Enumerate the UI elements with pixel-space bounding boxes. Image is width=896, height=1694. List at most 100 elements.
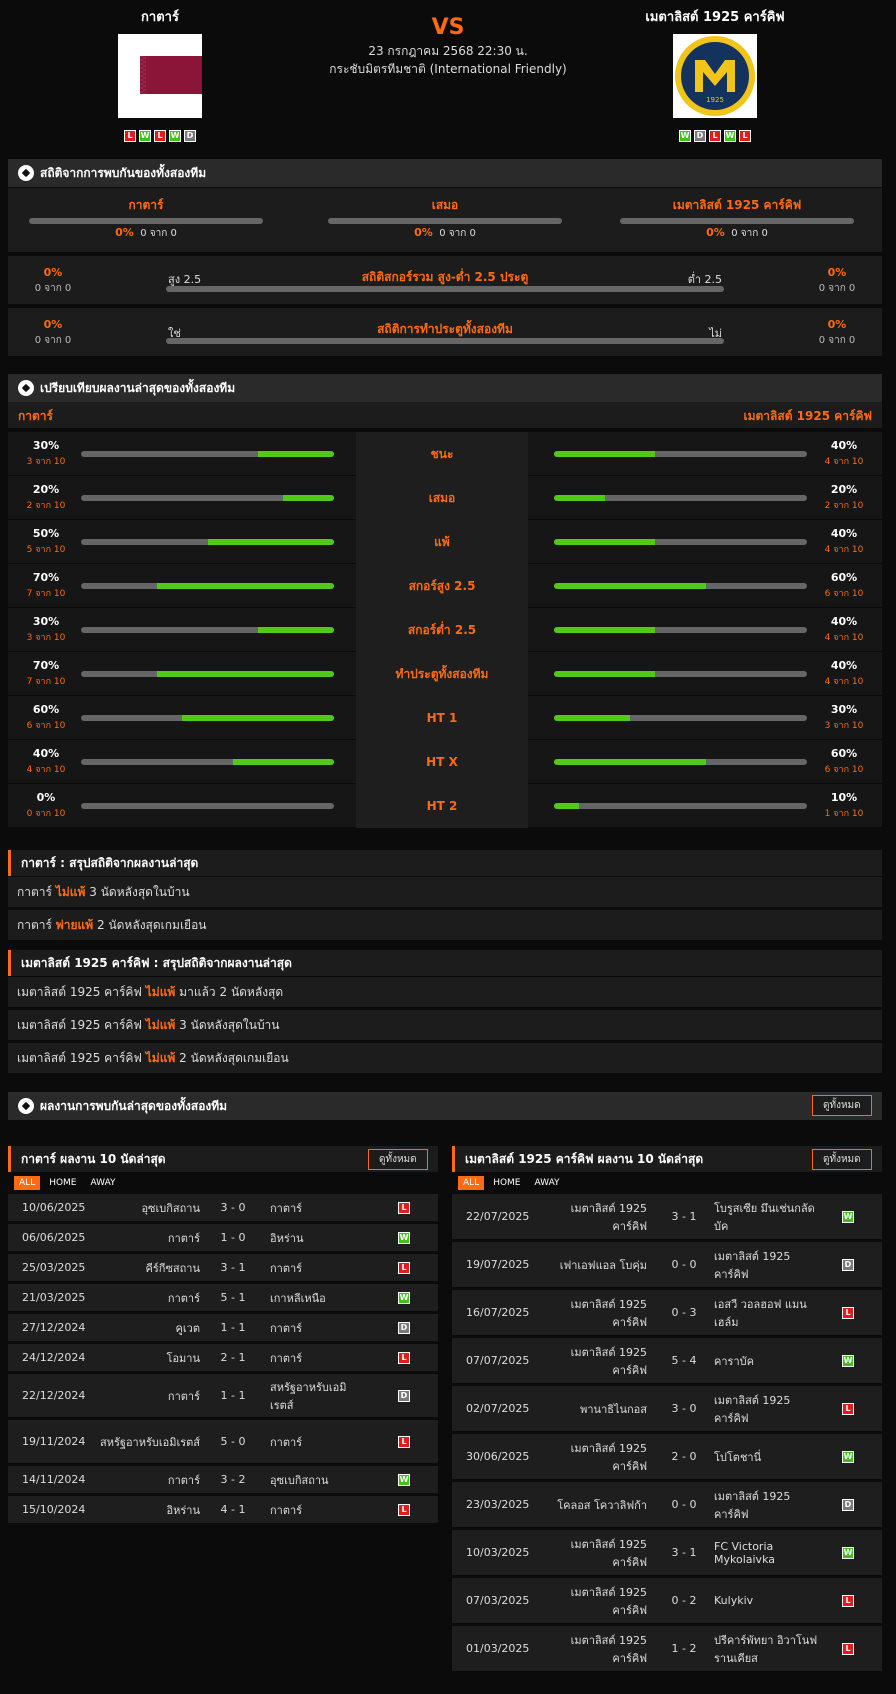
match-away-team[interactable]: เอสวี วอลฮอฟ แมนเฮล์ม — [714, 1290, 824, 1335]
summary-team[interactable]: เมตาลิสต์ 1925 คาร์คิฟ — [17, 1018, 142, 1032]
compare-home-bar-fill — [232, 759, 334, 765]
compare-home-value: 60% 6 จาก 10 — [26, 703, 66, 731]
summary-team[interactable]: เมตาลิสต์ 1925 คาร์คิฟ — [17, 985, 142, 999]
match-home-team[interactable]: เมตาลิสต์ 1925 คาร์คิฟ — [552, 1338, 647, 1383]
match-row[interactable]: 02/07/2025 พานาธิไนกอส 3 - 0 เมตาลิสต์ 1925… — [452, 1386, 882, 1431]
match-home-team[interactable]: กาตาร์ — [100, 1374, 200, 1417]
match-row[interactable]: 23/03/2025 โคลอส โควาลิฟก้า 0 - 0 เมตาลิสต์… — [452, 1482, 882, 1527]
away-team[interactable]: เมตาลิสต์ 1925 คาร์คิฟ 1925 WDLWL — [615, 8, 815, 142]
match-competition[interactable]: กระชับมิตรทีมชาติ (International Friendl… — [298, 60, 598, 78]
match-row[interactable]: 30/06/2025 เมตาลิสต์ 1925 คาร์คิฟ 2 - 0 โปโ… — [452, 1434, 882, 1479]
match-home-team[interactable]: กาตาร์ — [100, 1284, 200, 1311]
home-tab-home[interactable]: HOME — [44, 1176, 81, 1190]
match-row[interactable]: 22/07/2025 เมตาลิสต์ 1925 คาร์คิฟ 3 - 1 โบร… — [452, 1194, 882, 1239]
home-view-all-button[interactable]: ดูทั้งหมด — [368, 1149, 428, 1170]
match-row[interactable]: 16/07/2025 เมตาลิสต์ 1925 คาร์คิฟ 0 - 3 เอส… — [452, 1290, 882, 1335]
match-away-team[interactable]: กาตาร์ — [270, 1314, 360, 1341]
match-home-team[interactable]: เมตาลิสต์ 1925 คาร์คิฟ — [552, 1530, 647, 1575]
match-away-team[interactable]: กาตาร์ — [270, 1496, 360, 1523]
compare-away-bar-fill — [554, 539, 656, 545]
match-away-team[interactable]: กาตาร์ — [270, 1344, 360, 1371]
home-team-name[interactable]: กาตาร์ — [60, 8, 260, 28]
match-away-team[interactable]: สหรัฐอาหรับเอมิเรตส์ — [270, 1374, 360, 1417]
summary-team[interactable]: กาตาร์ — [17, 918, 52, 932]
match-home-team[interactable]: เมตาลิสต์ 1925 คาร์คิฟ — [552, 1626, 647, 1671]
home-team[interactable]: กาตาร์ LWLWD — [60, 8, 260, 142]
match-home-team[interactable]: คูเวต — [100, 1314, 200, 1341]
match-home-team[interactable]: คีร์กีซสถาน — [100, 1254, 200, 1281]
match-result-badge: D — [842, 1242, 854, 1287]
soccer-ball-icon — [18, 380, 34, 396]
match-away-team[interactable]: เมตาลิสต์ 1925 คาร์คิฟ — [714, 1482, 824, 1527]
match-home-team[interactable]: กาตาร์ — [100, 1224, 200, 1251]
match-row[interactable]: 10/03/2025 เมตาลิสต์ 1925 คาร์คิฟ 3 - 1 FC … — [452, 1530, 882, 1575]
match-row[interactable]: 07/03/2025 เมตาลิสต์ 1925 คาร์คิฟ 0 - 2 Kul… — [452, 1578, 882, 1623]
match-date: 10/06/2025 — [22, 1201, 86, 1214]
recent-view-all-button[interactable]: ดูทั้งหมด — [812, 1095, 872, 1116]
match-away-team[interactable]: อุซเบกิสถาน — [270, 1466, 360, 1493]
match-away-team[interactable]: คาราบัค — [714, 1338, 824, 1383]
match-away-team[interactable]: เกาหลีเหนือ — [270, 1284, 360, 1311]
home-tab-all[interactable]: ALL — [14, 1176, 41, 1190]
away-tab-all[interactable]: ALL — [458, 1176, 485, 1190]
match-away-team[interactable]: ปรีคาร์พัทยา อิวาโนฟรานเคียส — [714, 1626, 824, 1671]
result-badge-W: W — [842, 1210, 854, 1223]
home-tab-away[interactable]: AWAY — [86, 1176, 121, 1190]
match-away-team[interactable]: เมตาลิสต์ 1925 คาร์คิฟ — [714, 1386, 824, 1431]
match-score: 0 - 2 — [671, 1594, 697, 1607]
match-date: 30/06/2025 — [466, 1450, 530, 1463]
compare-away-bar-fill — [554, 451, 656, 457]
recent-section-header: ผลงานการพบกันล่าสุดของทั้งสองทีม — [8, 1092, 882, 1120]
match-away-team[interactable]: โบรูสเซีย มึนเช่นกลัดบัค — [714, 1194, 824, 1239]
match-home-team[interactable]: สหรัฐอาหรับเอมิเรตส์ — [100, 1420, 200, 1463]
match-home-team[interactable]: เมตาลิสต์ 1925 คาร์คิฟ — [552, 1194, 647, 1239]
match-home-team[interactable]: อุซเบกิสถาน — [100, 1194, 200, 1221]
compare-away-bar — [554, 803, 807, 809]
compare-home-bar — [81, 803, 334, 809]
match-row[interactable]: 01/03/2025 เมตาลิสต์ 1925 คาร์คิฟ 1 - 2 ปรี… — [452, 1626, 882, 1671]
match-row[interactable]: 19/07/2025 เฟาเอฟแอล โบคุ่ม 0 - 0 เมตาลิสต์… — [452, 1242, 882, 1287]
match-row[interactable]: 22/12/2024 กาตาร์ 1 - 1 สหรัฐอาหรับเอมิเรตส… — [8, 1374, 438, 1417]
match-row[interactable]: 07/07/2025 เมตาลิสต์ 1925 คาร์คิฟ 5 - 4 คาร… — [452, 1338, 882, 1383]
match-row[interactable]: 25/03/2025 คีร์กีซสถาน 3 - 1 กาตาร์ L — [8, 1254, 438, 1281]
match-result-badge: D — [842, 1482, 854, 1527]
compare-away-name[interactable]: เมตาลิสต์ 1925 คาร์คิฟ — [743, 407, 872, 426]
match-home-team[interactable]: กาตาร์ — [100, 1466, 200, 1493]
match-row[interactable]: 14/11/2024 กาตาร์ 3 - 2 อุซเบกิสถาน W — [8, 1466, 438, 1493]
match-row[interactable]: 27/12/2024 คูเวต 1 - 1 กาตาร์ D — [8, 1314, 438, 1341]
match-home-team[interactable]: โคลอส โควาลิฟก้า — [552, 1482, 647, 1527]
match-home-team[interactable]: พานาธิไนกอส — [552, 1386, 647, 1431]
away-tab-home[interactable]: HOME — [488, 1176, 525, 1190]
match-away-team[interactable]: เมตาลิสต์ 1925 คาร์คิฟ — [714, 1242, 824, 1287]
match-home-team[interactable]: เมตาลิสต์ 1925 คาร์คิฟ — [552, 1290, 647, 1335]
match-home-team[interactable]: โอมาน — [100, 1344, 200, 1371]
match-away-team[interactable]: กาตาร์ — [270, 1254, 360, 1281]
match-row[interactable]: 06/06/2025 กาตาร์ 1 - 0 อิหร่าน W — [8, 1224, 438, 1251]
summary-team[interactable]: กาตาร์ — [17, 885, 52, 899]
match-row[interactable]: 19/11/2024 สหรัฐอาหรับเอมิเรตส์ 5 - 0 กาตาร… — [8, 1420, 438, 1463]
match-away-team[interactable]: Kulykiv — [714, 1578, 824, 1623]
match-away-team[interactable]: โปโตชานี่ — [714, 1434, 824, 1479]
match-away-team[interactable]: อิหร่าน — [270, 1224, 360, 1251]
match-home-team[interactable]: เฟาเอฟแอล โบคุ่ม — [552, 1242, 647, 1287]
match-home-team[interactable]: เมตาลิสต์ 1925 คาร์คิฟ — [552, 1434, 647, 1479]
compare-away-bar — [554, 451, 807, 457]
away-view-all-button[interactable]: ดูทั้งหมด — [812, 1149, 872, 1170]
match-away-team[interactable]: กาตาร์ — [270, 1420, 360, 1463]
match-row[interactable]: 15/10/2024 อิหร่าน 4 - 1 กาตาร์ L — [8, 1496, 438, 1523]
match-home-team[interactable]: เมตาลิสต์ 1925 คาร์คิฟ — [552, 1578, 647, 1623]
match-row[interactable]: 21/03/2025 กาตาร์ 5 - 1 เกาหลีเหนือ W — [8, 1284, 438, 1311]
match-away-team[interactable]: FC Victoria Mykolaivka — [714, 1530, 824, 1575]
away-team-name[interactable]: เมตาลิสต์ 1925 คาร์คิฟ — [615, 8, 815, 28]
match-home-team[interactable]: อิหร่าน — [100, 1496, 200, 1523]
compare-row: 30% 3 จาก 10 ชนะ 40% 4 จาก 10 — [8, 432, 882, 476]
match-row[interactable]: 10/06/2025 อุซเบกิสถาน 3 - 0 กาตาร์ L — [8, 1194, 438, 1221]
match-result-badge: W — [842, 1338, 854, 1383]
away-tab-away[interactable]: AWAY — [530, 1176, 565, 1190]
match-date: 19/07/2025 — [466, 1258, 530, 1271]
result-badge-W: W — [398, 1231, 410, 1244]
compare-home-name[interactable]: กาตาร์ — [18, 407, 53, 426]
match-row[interactable]: 24/12/2024 โอมาน 2 - 1 กาตาร์ L — [8, 1344, 438, 1371]
summary-team[interactable]: เมตาลิสต์ 1925 คาร์คิฟ — [17, 1051, 142, 1065]
match-away-team[interactable]: กาตาร์ — [270, 1194, 360, 1221]
